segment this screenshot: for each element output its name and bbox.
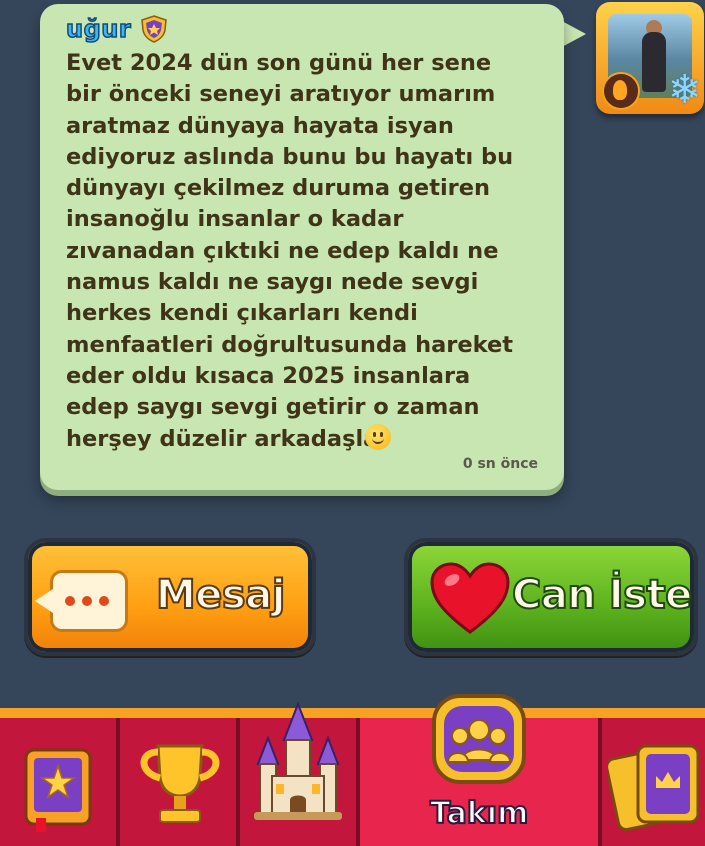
cards-icon [608, 744, 700, 832]
team-icon [432, 694, 526, 784]
trophy-icon [140, 744, 220, 823]
smiley-icon [365, 424, 391, 450]
nav-item-team[interactable]: Takım [358, 694, 598, 846]
nav-item-home[interactable] [240, 701, 356, 846]
ask-life-button[interactable]: Can İste [404, 538, 698, 656]
snowflake-icon: ❄ [668, 67, 702, 113]
message-timestamp: 0 sn önce [462, 456, 538, 472]
fire-badge-icon [602, 72, 640, 110]
shield-icon [141, 15, 167, 43]
bottom-nav: Takım [0, 694, 705, 846]
message-text: Evet 2024 dün son günü her sene bir önce… [66, 50, 514, 452]
sender-row: uğur [65, 14, 169, 44]
chat-dots-icon [35, 570, 128, 632]
message-button-label: Mesaj [155, 571, 286, 619]
heart-icon [430, 562, 510, 634]
nav-team-label: Takım [429, 795, 529, 832]
nav-item-leaderboard[interactable] [120, 718, 236, 846]
ask-life-button-label: Can İste [511, 571, 693, 619]
sender-name[interactable]: uğur [65, 14, 131, 44]
nav-item-events[interactable] [0, 718, 116, 846]
star-book-icon [24, 748, 92, 832]
message-button[interactable]: Mesaj [24, 538, 316, 656]
nav-item-cards[interactable] [602, 718, 705, 846]
chat-bubble: uğur Evet 2024 dün son günü her sene bir… [40, 4, 564, 490]
castle-icon [254, 701, 342, 820]
